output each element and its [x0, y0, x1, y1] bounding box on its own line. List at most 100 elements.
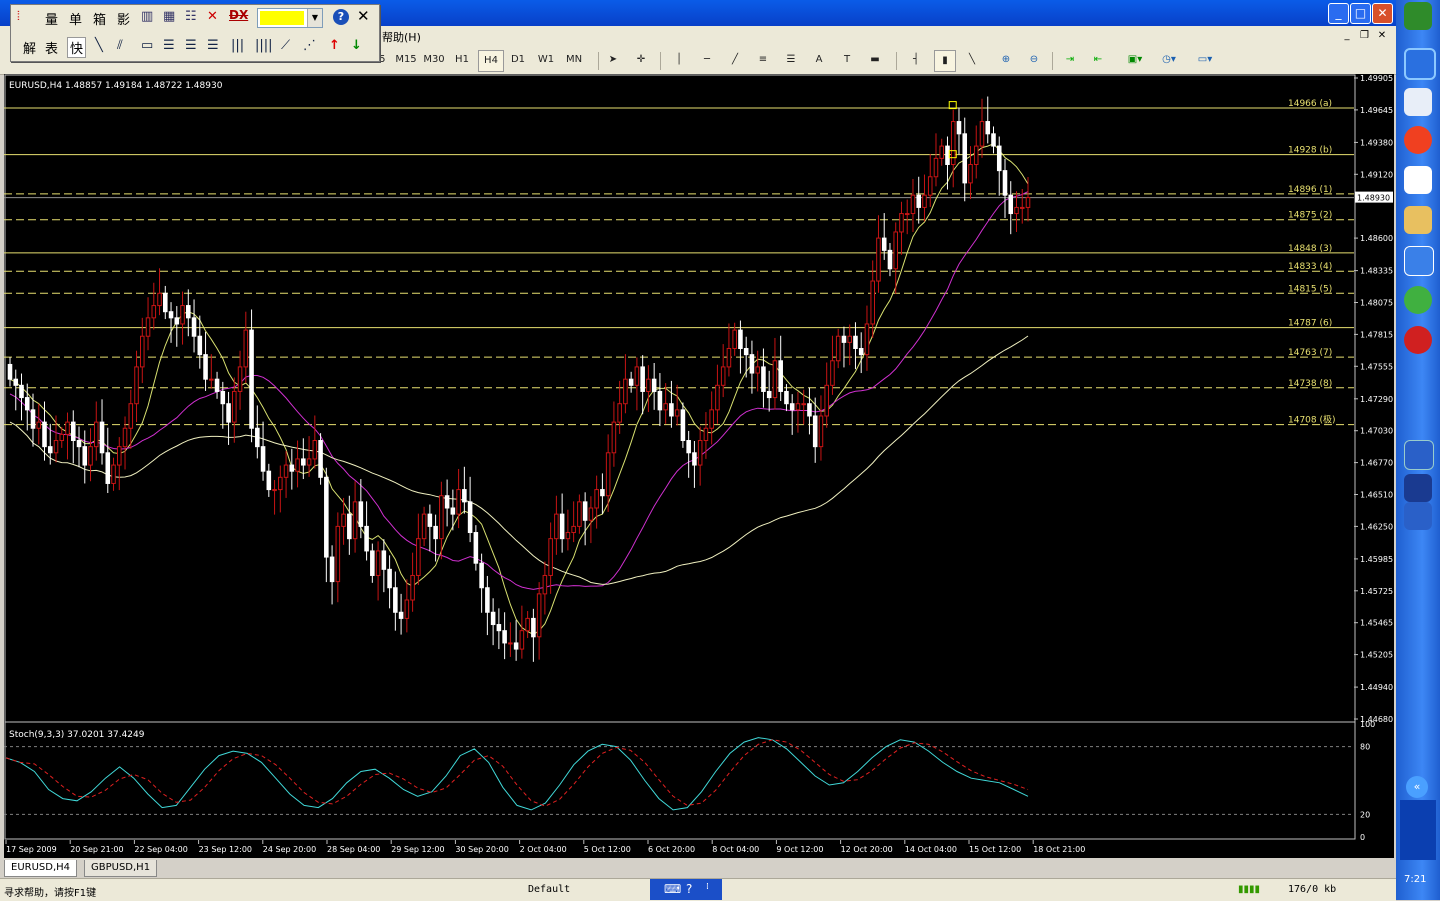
arrow-tool-icon[interactable]: ▬	[866, 50, 884, 70]
close-window-button[interactable]: ✕	[1372, 3, 1393, 24]
cross-delete-icon[interactable]: ✕	[207, 9, 218, 24]
candle	[111, 457, 116, 491]
app-icon-3[interactable]	[1404, 166, 1432, 194]
levels-icon-1[interactable]: ☰	[163, 38, 175, 53]
table-icon[interactable]: ☷	[185, 9, 197, 24]
tray-expand-icon[interactable]: «	[1406, 776, 1428, 798]
line-chart-icon[interactable]: ╲	[962, 50, 982, 70]
level-label: 14787 (6)	[1288, 319, 1332, 329]
channel-icon[interactable]: ≡	[754, 50, 772, 70]
profile-name[interactable]: Default	[528, 884, 570, 895]
app-icon-1[interactable]	[1404, 88, 1432, 116]
marker-a[interactable]	[948, 101, 957, 110]
tab-eurusd-h4[interactable]: EURUSD,H4	[4, 860, 78, 877]
fan-icon-1[interactable]: ⟋	[281, 38, 290, 53]
timeframe-h4[interactable]: H4	[478, 50, 504, 72]
bars-icon-1[interactable]: |||	[231, 38, 244, 53]
templates-icon[interactable]: ▭▾	[1190, 50, 1220, 70]
candle	[697, 426, 703, 486]
periods-icon[interactable]: ◷▾	[1156, 50, 1182, 70]
timeframe-m30[interactable]: M30	[422, 50, 446, 70]
candle	[715, 364, 720, 424]
grip-icon[interactable]: ⦙	[17, 9, 20, 24]
vertical-line-icon[interactable]: │	[670, 50, 688, 70]
price-chart[interactable]: 14966 (a) 14928 (b) 14896 (1) 14875 (2) 1484…	[4, 74, 1394, 858]
timeframe-w1[interactable]: W1	[534, 50, 558, 70]
bars-icon-2[interactable]: ||||	[255, 38, 273, 53]
keyboard-icon[interactable]: ⌨	[664, 882, 681, 896]
menu-help[interactable]: 帮助(H)	[382, 29, 421, 45]
arrow-up-icon[interactable]: ↑	[329, 38, 340, 53]
fibonacci-icon[interactable]: ☰	[782, 50, 800, 70]
price-tick: 1.46770	[1360, 459, 1393, 468]
app-icon-2[interactable]	[1404, 126, 1432, 154]
ime-help-icon[interactable]: ?	[686, 882, 692, 896]
candle	[525, 611, 530, 639]
timeframe-h1[interactable]: H1	[450, 50, 474, 70]
auto-scroll-icon[interactable]: ⇥	[1060, 50, 1080, 70]
timeframe-d1[interactable]: D1	[506, 50, 530, 70]
float-btn-7[interactable]: 快	[67, 37, 87, 58]
help-icon[interactable]: ?	[333, 9, 349, 25]
color-picker[interactable]: ▼	[257, 8, 323, 28]
price-tick: 1.45985	[1360, 555, 1393, 564]
arrow-down-icon[interactable]: ↓	[351, 38, 362, 53]
float-btn-5[interactable]: 解	[23, 38, 36, 57]
close-icon[interactable]: ✕	[357, 7, 370, 25]
mdi-restore-button[interactable]: ❐	[1358, 29, 1372, 43]
levels-icon-2[interactable]: ☰	[185, 38, 197, 53]
crosshair-tool-icon[interactable]: ✛	[632, 50, 650, 70]
float-btn-3[interactable]: 箱	[93, 9, 106, 28]
zoom-in-icon[interactable]: ⊕	[996, 50, 1016, 70]
line-draw-icon[interactable]: ╲	[95, 38, 103, 53]
float-btn-1[interactable]: 量	[45, 9, 58, 28]
label-tool-icon[interactable]: T	[838, 50, 856, 70]
stoch-info-label: Stoch(9,3,3) 37.0201 37.4249	[9, 730, 145, 740]
indicators-icon[interactable]: ▣▾	[1122, 50, 1148, 70]
tray-icon-3[interactable]	[1404, 502, 1432, 530]
candle	[456, 468, 461, 529]
mdi-close-button[interactable]: ✕	[1375, 29, 1389, 43]
app-icon-4[interactable]	[1404, 246, 1434, 276]
tray-icon-1[interactable]	[1404, 440, 1434, 470]
maximize-button[interactable]: □	[1350, 3, 1371, 24]
chevron-down-icon[interactable]: ▼	[307, 9, 322, 27]
mdi-minimize-button[interactable]: _	[1340, 29, 1354, 43]
cursor-tool-icon[interactable]: ➤	[604, 50, 622, 70]
odl-icon[interactable]	[1404, 326, 1432, 354]
candle	[910, 178, 916, 232]
timeframe-mn[interactable]: MN	[562, 50, 586, 70]
timeframe-m15[interactable]: M15	[394, 50, 418, 70]
horizontal-line-icon[interactable]: ─	[698, 50, 716, 70]
messenger-icon[interactable]	[1404, 286, 1432, 314]
minimize-button[interactable]: _	[1328, 3, 1349, 24]
fan-icon-2[interactable]: ⋰	[303, 38, 316, 53]
candle	[565, 509, 571, 551]
candle	[956, 107, 962, 155]
windows-logo-icon[interactable]	[1404, 2, 1432, 30]
candle	[749, 340, 755, 394]
ime-dots-icon[interactable]: ⁞	[706, 882, 709, 892]
zoom-out-icon[interactable]: ⊖	[1024, 50, 1044, 70]
dx-button[interactable]: DX	[229, 8, 248, 22]
tab-gbpusd-h1[interactable]: GBPUSD,H1	[84, 860, 158, 877]
float-btn-2[interactable]: 单	[69, 9, 82, 28]
ie-icon[interactable]	[1404, 48, 1436, 80]
float-btn-4[interactable]: 影	[117, 9, 130, 28]
text-tool-icon[interactable]: A	[810, 50, 828, 70]
paint-icon[interactable]	[1404, 206, 1432, 234]
ime-bar[interactable]: ⌨ ? ⁞	[650, 879, 722, 900]
histogram-icon[interactable]: ▦	[163, 9, 175, 24]
levels-icon-3[interactable]: ☰	[207, 38, 219, 53]
candle	[542, 561, 548, 615]
rectangle-icon[interactable]: ▭	[141, 38, 153, 53]
grid-icon[interactable]: ▥	[141, 9, 153, 24]
chart-shift-icon[interactable]: ⇤	[1088, 50, 1108, 70]
tray-icon-2[interactable]	[1404, 474, 1432, 502]
float-btn-6[interactable]: 表	[45, 38, 58, 57]
candle	[496, 608, 502, 650]
trendline-icon[interactable]: ╱	[726, 50, 744, 70]
double-line-icon[interactable]: ⫽	[117, 38, 123, 53]
bar-chart-icon[interactable]: ┤	[906, 50, 926, 70]
candle-chart-icon[interactable]: ▮	[934, 50, 956, 72]
